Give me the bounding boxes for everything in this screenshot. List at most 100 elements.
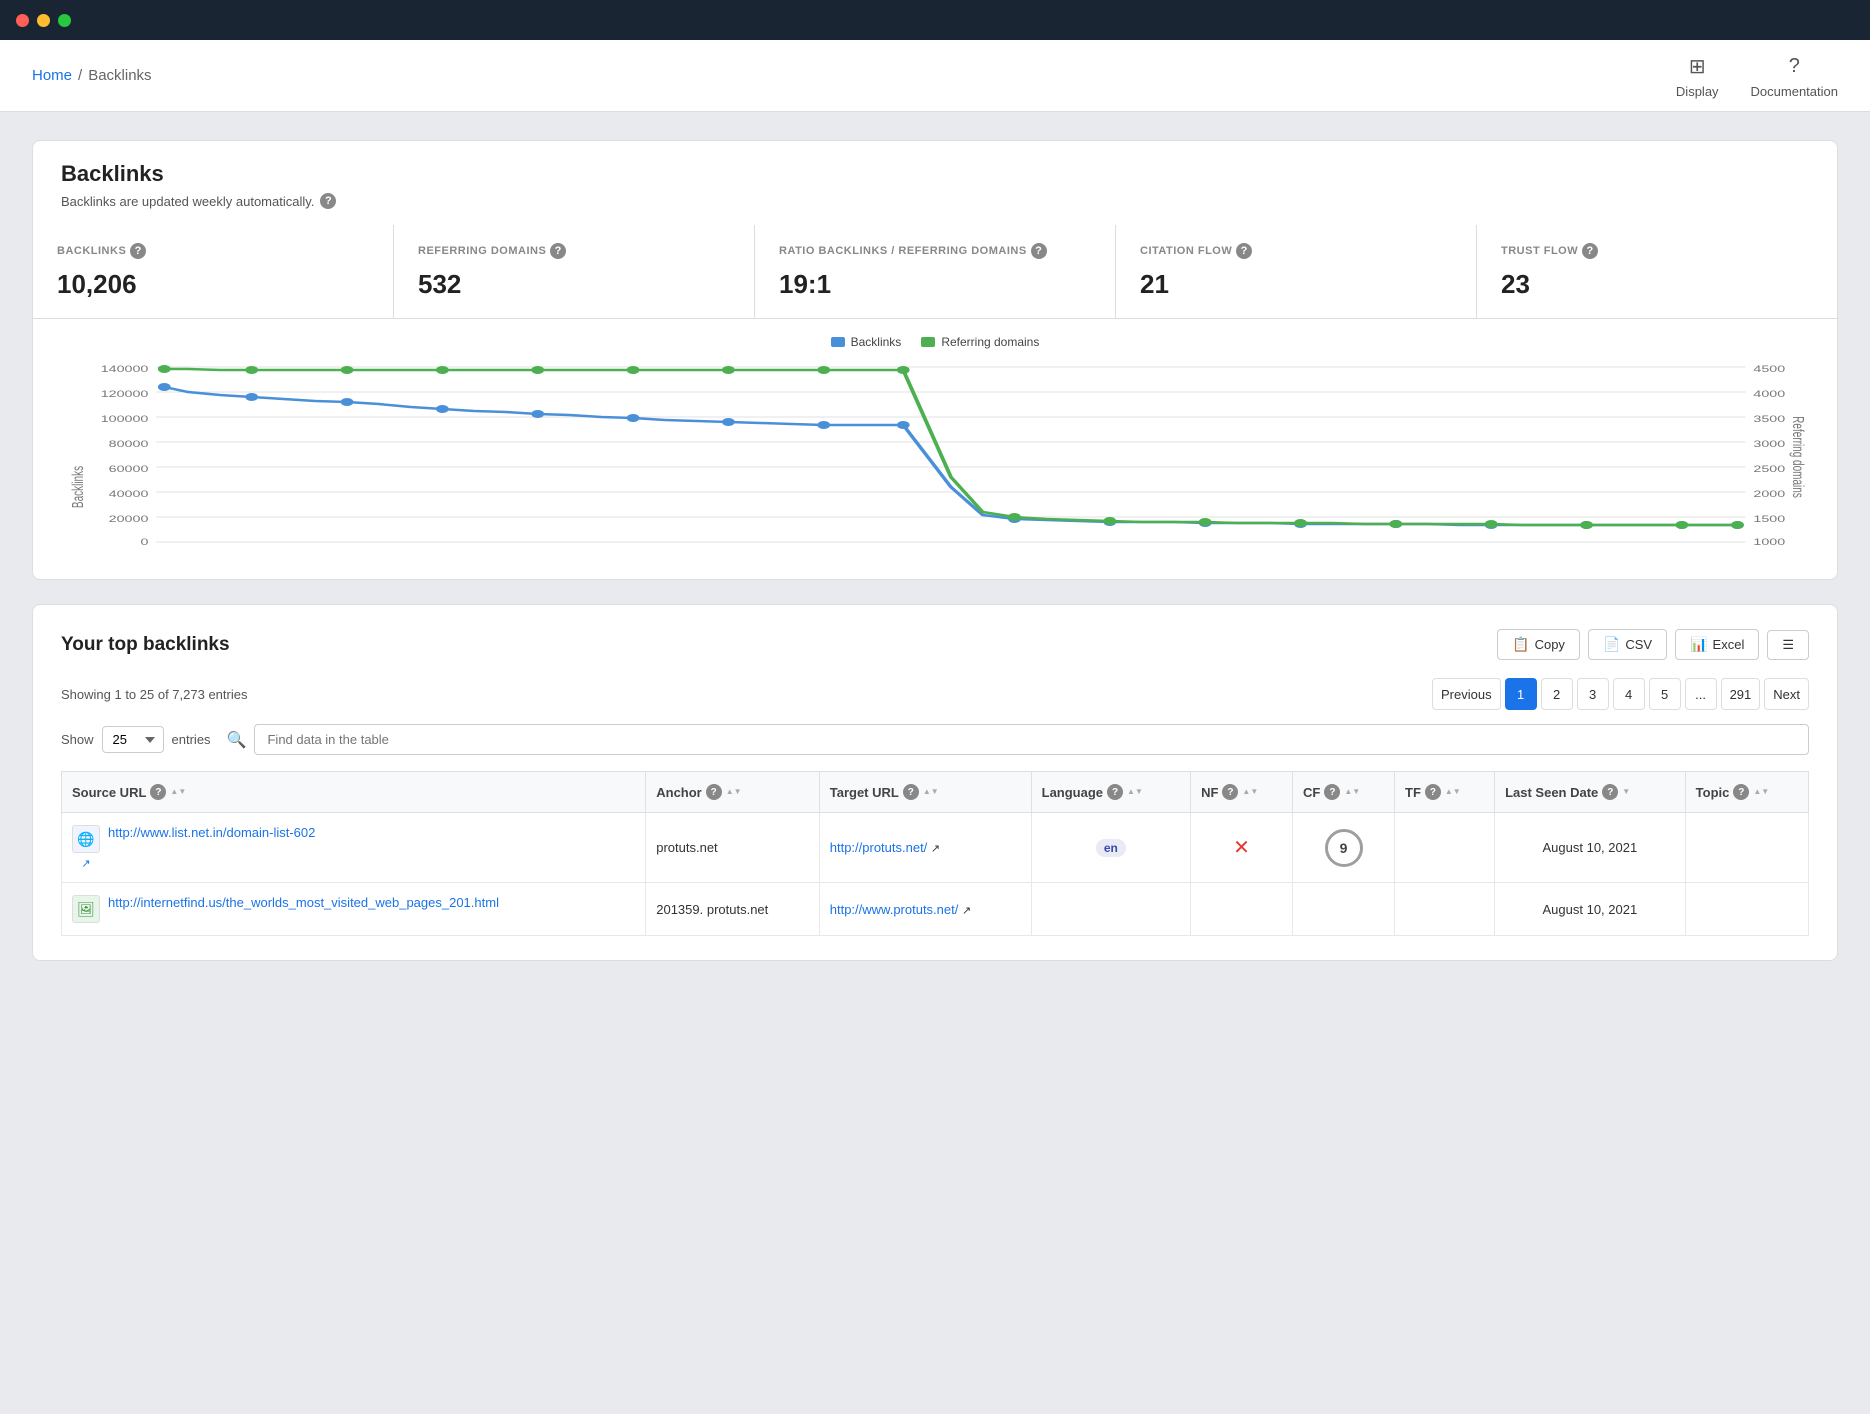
- search-input[interactable]: [254, 724, 1809, 755]
- table-body: 🌐 ↗ http://www.list.net.in/domain-list-6…: [62, 813, 1809, 936]
- stat-citation-flow-value: 21: [1140, 269, 1452, 300]
- backlinks-header: Backlinks Backlinks are updated weekly a…: [33, 141, 1837, 209]
- cf-value-1: 9: [1325, 829, 1363, 867]
- col-nf: NF ? ▲▼: [1191, 772, 1293, 813]
- target-url-sort[interactable]: ▲▼: [923, 788, 939, 796]
- chart-legend: Backlinks Referring domains: [61, 335, 1809, 349]
- nf-help-icon[interactable]: ?: [1222, 784, 1238, 800]
- topic-sort[interactable]: ▲▼: [1753, 788, 1769, 796]
- display-button[interactable]: ⊞ Display: [1676, 52, 1719, 99]
- target-url-link-1[interactable]: http://protuts.net/: [830, 840, 928, 855]
- stat-ratio-value: 19:1: [779, 269, 1091, 300]
- stat-backlinks: BACKLINKS ? 10,206: [33, 225, 394, 318]
- documentation-label: Documentation: [1751, 84, 1838, 99]
- legend-backlinks-label: Backlinks: [851, 335, 902, 349]
- breadcrumb-separator: /: [78, 67, 82, 84]
- excel-icon: 📊: [1690, 636, 1707, 653]
- target-url-help-icon[interactable]: ?: [903, 784, 919, 800]
- table-info-row: Showing 1 to 25 of 7,273 entries Previou…: [61, 678, 1809, 710]
- target-url-link-2[interactable]: http://www.protuts.net/: [830, 902, 959, 917]
- main-content: Backlinks Backlinks are updated weekly a…: [0, 112, 1870, 989]
- anchor-sort[interactable]: ▲▼: [726, 788, 742, 796]
- topic-cell-2: [1685, 883, 1808, 936]
- external-link-icon-2: ↗: [962, 905, 971, 917]
- stat-ratio: RATIO BACKLINKS / REFERRING DOMAINS ? 19…: [755, 225, 1116, 318]
- search-icon: 🔍: [227, 730, 247, 750]
- pagination-next[interactable]: Next: [1764, 678, 1809, 710]
- csv-button[interactable]: 📄 CSV: [1588, 629, 1667, 660]
- pagination-page-291[interactable]: 291: [1721, 678, 1761, 710]
- source-url-sort[interactable]: ▲▼: [170, 788, 186, 796]
- menu-icon: ☰: [1782, 637, 1794, 653]
- show-entries-select[interactable]: 10 25 50 100: [102, 726, 164, 753]
- col-anchor: Anchor ? ▲▼: [646, 772, 820, 813]
- documentation-button[interactable]: ? Documentation: [1751, 52, 1838, 99]
- table-header-row-cols: Source URL ? ▲▼ Anchor ? ▲▼: [62, 772, 1809, 813]
- copy-button[interactable]: 📋 Copy: [1497, 629, 1580, 660]
- legend-backlinks: Backlinks: [831, 335, 902, 349]
- cf-sort[interactable]: ▲▼: [1344, 788, 1360, 796]
- nf-sort[interactable]: ▲▼: [1242, 788, 1258, 796]
- pagination-page-2[interactable]: 2: [1541, 678, 1573, 710]
- external-link-icon-1: ↗: [931, 843, 940, 855]
- svg-text:Backlinks: Backlinks: [69, 466, 87, 508]
- window-maximize-dot[interactable]: [58, 14, 71, 27]
- last-seen-cell-1: August 10, 2021: [1495, 813, 1686, 883]
- table-title: Your top backlinks: [61, 634, 230, 656]
- topic-help-icon[interactable]: ?: [1733, 784, 1749, 800]
- menu-button[interactable]: ☰: [1767, 630, 1809, 660]
- svg-text:60000: 60000: [109, 464, 149, 475]
- stat-trust-flow-value: 23: [1501, 269, 1813, 300]
- referring-domains-help-icon[interactable]: ?: [550, 243, 566, 259]
- pagination-page-1[interactable]: 1: [1505, 678, 1537, 710]
- svg-text:4000: 4000: [1753, 389, 1785, 400]
- source-url-link-2[interactable]: http://internetfind.us/the_worlds_most_v…: [108, 895, 499, 910]
- svg-text:3500: 3500: [1753, 414, 1785, 425]
- pagination-page-5[interactable]: 5: [1649, 678, 1681, 710]
- pagination-page-4[interactable]: 4: [1613, 678, 1645, 710]
- ratio-help-icon[interactable]: ?: [1031, 243, 1047, 259]
- anchor-cell-1: protuts.net: [646, 813, 820, 883]
- cached-icon-1[interactable]: ↗: [81, 857, 90, 870]
- col-source-url: Source URL ? ▲▼: [62, 772, 646, 813]
- anchor-help-icon[interactable]: ?: [706, 784, 722, 800]
- svg-text:2500: 2500: [1753, 464, 1785, 475]
- documentation-icon: ?: [1780, 52, 1808, 80]
- legend-referring-domains-label: Referring domains: [941, 335, 1039, 349]
- language-help-icon[interactable]: ?: [1107, 784, 1123, 800]
- last-seen-sort[interactable]: ▼: [1622, 788, 1630, 796]
- topbar: Home / Backlinks ⊞ Display ? Documentati…: [0, 40, 1870, 112]
- table-actions: 📋 Copy 📄 CSV 📊 Excel ☰: [1497, 629, 1809, 660]
- stat-referring-domains: REFERRING DOMAINS ? 532: [394, 225, 755, 318]
- pagination-page-3[interactable]: 3: [1577, 678, 1609, 710]
- stat-referring-domains-value: 532: [418, 269, 730, 300]
- backlinks-help-icon[interactable]: ?: [130, 243, 146, 259]
- source-url-help-icon[interactable]: ?: [150, 784, 166, 800]
- svg-text:2000: 2000: [1753, 489, 1785, 500]
- stat-ratio-label: RATIO BACKLINKS / REFERRING DOMAINS ?: [779, 243, 1091, 259]
- pagination-previous[interactable]: Previous: [1432, 678, 1501, 710]
- stat-trust-flow: TRUST FLOW ? 23: [1477, 225, 1837, 318]
- copy-icon: 📋: [1512, 636, 1529, 653]
- cf-help-icon[interactable]: ?: [1324, 784, 1340, 800]
- last-seen-help-icon[interactable]: ?: [1602, 784, 1618, 800]
- language-sort[interactable]: ▲▼: [1127, 788, 1143, 796]
- svg-text:Referring domains: Referring domains: [1790, 416, 1808, 498]
- breadcrumb-home[interactable]: Home: [32, 67, 72, 84]
- window-close-dot[interactable]: [16, 14, 29, 27]
- excel-label: Excel: [1713, 637, 1745, 652]
- col-tf: TF ? ▲▼: [1395, 772, 1495, 813]
- citation-flow-help-icon[interactable]: ?: [1236, 243, 1252, 259]
- excel-button[interactable]: 📊 Excel: [1675, 629, 1759, 660]
- tf-help-icon[interactable]: ?: [1425, 784, 1441, 800]
- language-badge-1: en: [1096, 839, 1126, 857]
- copy-label: Copy: [1535, 637, 1565, 652]
- chart-svg: 140000 120000 100000 80000 60000 40000 2…: [61, 357, 1809, 557]
- window-minimize-dot[interactable]: [37, 14, 50, 27]
- backlinks-card: Backlinks Backlinks are updated weekly a…: [32, 140, 1838, 580]
- tf-sort[interactable]: ▲▼: [1445, 788, 1461, 796]
- table-row: 🌐 ↗ http://www.list.net.in/domain-list-6…: [62, 813, 1809, 883]
- source-url-link-1[interactable]: http://www.list.net.in/domain-list-602: [108, 825, 315, 840]
- subtitle-help-icon[interactable]: ?: [320, 193, 336, 209]
- trust-flow-help-icon[interactable]: ?: [1582, 243, 1598, 259]
